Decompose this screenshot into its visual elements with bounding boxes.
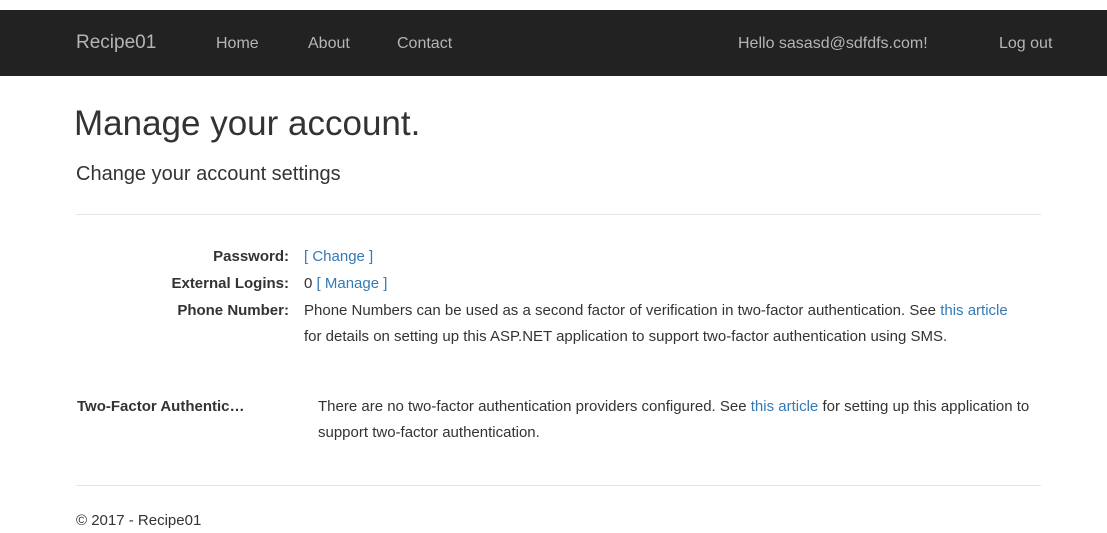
phone-text-before: Phone Numbers can be used as a second fa… [304, 302, 941, 319]
page-subtitle: Change your account settings [76, 163, 341, 185]
nav-home-link[interactable]: Home [216, 35, 259, 53]
external-logins-label: External Logins: [171, 275, 289, 292]
external-logins-count: 0 [304, 275, 313, 292]
two-factor-label: Two-Factor Authentic… [77, 398, 245, 415]
phone-number-description: Phone Numbers can be used as a second fa… [304, 298, 1024, 350]
two-factor-description: There are no two-factor authentication p… [318, 394, 1038, 446]
logout-link[interactable]: Log out [999, 35, 1052, 53]
nav-about-link[interactable]: About [308, 35, 350, 53]
external-logins-value: 0 [ Manage ] [304, 271, 387, 297]
navbar: Recipe01 Home About Contact Hello sasasd… [0, 10, 1107, 76]
page-title: Manage your account. [74, 104, 421, 143]
nav-contact-link[interactable]: Contact [397, 35, 452, 53]
phone-text-after: for details on setting up this ASP.NET a… [304, 328, 948, 345]
brand-link[interactable]: Recipe01 [76, 32, 156, 54]
phone-number-label: Phone Number: [177, 302, 289, 319]
twofactor-article-link[interactable]: this article [751, 398, 819, 415]
twofactor-text-before: There are no two-factor authentication p… [318, 398, 751, 415]
divider [76, 214, 1041, 215]
phone-article-link[interactable]: this article [940, 302, 1008, 319]
footer-divider [76, 485, 1041, 486]
password-value: [ Change ] [304, 244, 373, 270]
footer-copyright: © 2017 - Recipe01 [76, 512, 202, 529]
change-password-link[interactable]: [ Change ] [304, 248, 373, 265]
user-greeting-link[interactable]: Hello sasasd@sdfdfs.com! [738, 35, 928, 53]
manage-logins-link[interactable]: [ Manage ] [317, 275, 388, 292]
password-label: Password: [213, 248, 289, 265]
